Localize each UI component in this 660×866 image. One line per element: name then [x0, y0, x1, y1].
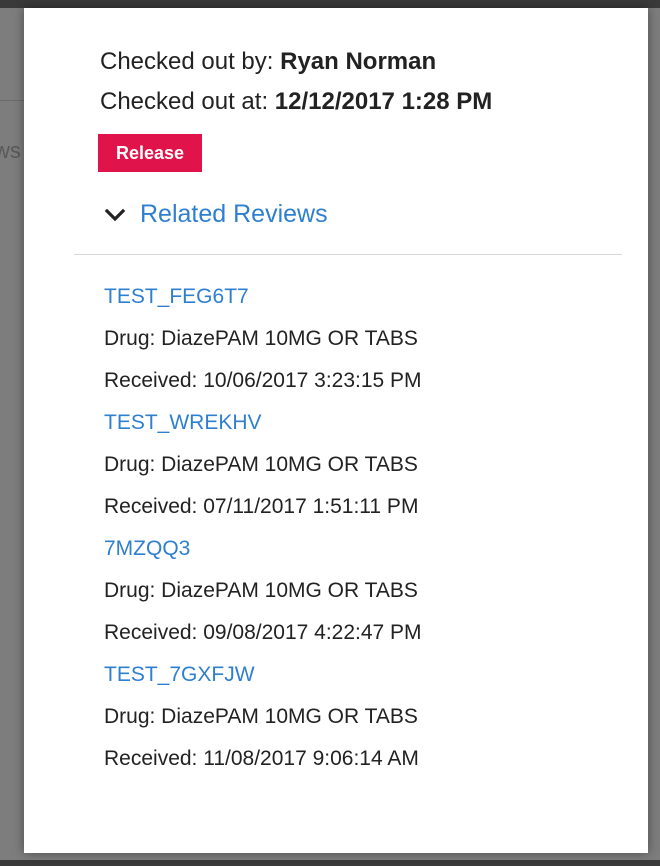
- review-id-link[interactable]: TEST_FEG6T7: [104, 276, 624, 318]
- checked-out-by-label: Checked out by:: [100, 48, 274, 75]
- review-item: 7MZQQ3 Drug: DiazePAM 10MG OR TABS Recei…: [104, 528, 624, 654]
- background-partial-text: ws: [0, 138, 21, 163]
- review-item: TEST_7GXFJW Drug: DiazePAM 10MG OR TABS …: [104, 654, 624, 780]
- review-received: Received: 11/08/2017 9:06:14 AM: [104, 747, 419, 770]
- review-received: Received: 10/06/2017 3:23:15 PM: [104, 369, 422, 392]
- review-drug: Drug: DiazePAM 10MG OR TABS: [104, 705, 418, 728]
- checked-out-at-value: 12/12/2017 1:28 PM: [274, 88, 493, 115]
- checked-out-at-label: Checked out at:: [100, 88, 269, 115]
- related-reviews-label: Related Reviews: [140, 200, 328, 228]
- checked-out-by-value: Ryan Norman: [280, 48, 437, 75]
- chevron-down-icon: [104, 204, 126, 226]
- review-id-link[interactable]: TEST_WREKHV: [104, 402, 624, 444]
- review-drug: Drug: DiazePAM 10MG OR TABS: [104, 453, 418, 476]
- checkout-panel: Checked out by: Ryan Norman Checked out …: [24, 8, 648, 853]
- section-divider: [74, 254, 622, 255]
- checked-out-at-row: Checked out at: 12/12/2017 1:28 PM: [100, 82, 492, 122]
- release-button[interactable]: Release: [98, 134, 202, 172]
- review-item: TEST_FEG6T7 Drug: DiazePAM 10MG OR TABS …: [104, 276, 624, 402]
- review-drug: Drug: DiazePAM 10MG OR TABS: [104, 579, 418, 602]
- review-id-link[interactable]: 7MZQQ3: [104, 528, 624, 570]
- related-reviews-toggle[interactable]: Related Reviews: [104, 200, 328, 229]
- related-reviews-list: TEST_FEG6T7 Drug: DiazePAM 10MG OR TABS …: [104, 276, 624, 780]
- review-id-link[interactable]: TEST_7GXFJW: [104, 654, 624, 696]
- checkout-info: Checked out by: Ryan Norman Checked out …: [100, 42, 492, 122]
- review-item: TEST_WREKHV Drug: DiazePAM 10MG OR TABS …: [104, 402, 624, 528]
- checked-out-by-row: Checked out by: Ryan Norman: [100, 42, 492, 82]
- review-received: Received: 07/11/2017 1:51:11 PM: [104, 495, 419, 518]
- review-received: Received: 09/08/2017 4:22:47 PM: [104, 621, 422, 644]
- review-drug: Drug: DiazePAM 10MG OR TABS: [104, 327, 418, 350]
- background-divider: [0, 100, 24, 101]
